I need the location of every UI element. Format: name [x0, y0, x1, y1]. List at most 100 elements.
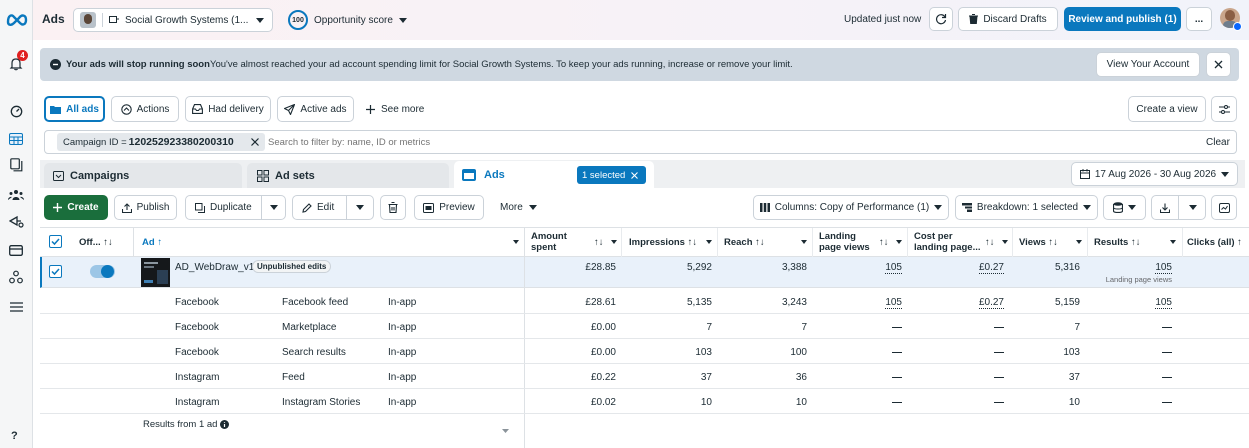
empty-value-dash: [1162, 352, 1172, 353]
row-results[interactable]: 105: [1112, 297, 1172, 309]
filter-tab-active-ads[interactable]: Active ads: [277, 96, 354, 122]
col-header-reach[interactable]: Reach ↑↓: [724, 237, 765, 248]
duplicate-button[interactable]: Duplicate: [185, 195, 286, 220]
row-checkbox[interactable]: [49, 265, 62, 278]
see-more-button[interactable]: See more: [366, 104, 424, 115]
banner-close-button[interactable]: [1206, 52, 1231, 77]
meta-logo-icon[interactable]: [6, 12, 28, 26]
delete-button[interactable]: [380, 195, 406, 220]
row-reach: 36: [795, 372, 807, 383]
more-label: ...: [1194, 13, 1204, 25]
more-options-button[interactable]: ...: [1186, 7, 1212, 31]
billing-icon[interactable]: [9, 245, 23, 256]
tab-ad-sets-label: Ad sets: [275, 169, 315, 182]
chevron-down-icon: [934, 205, 943, 210]
col-menu-icon[interactable]: [896, 240, 902, 244]
campaign-tools-icon[interactable]: [9, 215, 24, 228]
publish-button[interactable]: Publish: [114, 195, 177, 220]
row-platform: Facebook: [175, 347, 219, 358]
chip-value: 120252923380200310: [128, 136, 234, 148]
date-range-picker[interactable]: 17 Aug 2026 - 30 Aug 2026: [1071, 162, 1238, 186]
sort-icon[interactable]: ↑↓: [879, 237, 889, 248]
columns-dropdown[interactable]: Columns: Copy of Performance (1): [753, 195, 949, 220]
row-platform: Instagram: [175, 397, 220, 408]
col-menu-icon[interactable]: [611, 240, 617, 244]
chart-panel-button[interactable]: [1211, 195, 1237, 220]
help-icon[interactable]: ?: [11, 430, 18, 442]
view-account-button[interactable]: View Your Account: [1096, 52, 1200, 77]
col-menu-icon[interactable]: [1002, 240, 1008, 244]
tab-ad-sets[interactable]: Ad sets: [247, 163, 449, 188]
export-button[interactable]: [1151, 195, 1206, 220]
ad-name[interactable]: AD_WebDraw_v1: [175, 262, 254, 273]
select-all-checkbox[interactable]: [49, 235, 62, 248]
refresh-button[interactable]: [929, 7, 953, 31]
campaign-id-filter-chip[interactable]: Campaign ID = 120252923380200310: [57, 133, 265, 151]
col-header-amount[interactable]: Amount spent: [531, 231, 579, 253]
main-results[interactable]: 105: [1112, 262, 1172, 274]
selected-count-badge[interactable]: 1 selected: [577, 166, 646, 184]
main-cost[interactable]: £0.27: [944, 262, 1004, 274]
col-header-results[interactable]: Results ↑↓: [1094, 237, 1140, 248]
account-selector[interactable]: Social Growth Systems (1...: [73, 8, 273, 32]
search-input[interactable]: [268, 134, 968, 150]
opportunity-score-button[interactable]: 100 Opportunity score: [288, 10, 407, 30]
col-header-clicks[interactable]: Clicks (all) ↑: [1187, 237, 1242, 248]
breakdown-dropdown[interactable]: Breakdown: 1 selected: [955, 195, 1098, 220]
chevron-down-icon[interactable]: [270, 205, 278, 210]
discard-drafts-button[interactable]: Discard Drafts: [958, 7, 1058, 31]
audiences-icon[interactable]: [8, 189, 24, 201]
col-header-ad[interactable]: Ad ↑: [142, 237, 162, 248]
col-header-impressions[interactable]: Impressions ↑↓: [629, 237, 697, 248]
pages-icon[interactable]: [10, 158, 23, 172]
business-icon[interactable]: [9, 270, 23, 284]
row-impressions: 5,135: [686, 297, 712, 308]
row-impressions: 103: [695, 347, 712, 358]
close-icon[interactable]: [631, 171, 639, 179]
chevron-down-icon[interactable]: [356, 205, 364, 210]
filter-tab-had-delivery[interactable]: Had delivery: [185, 96, 271, 122]
updated-status: Updated just now: [844, 14, 922, 25]
clear-filters-link[interactable]: Clear: [1206, 137, 1230, 148]
col-header-cost[interactable]: Cost per landing page...: [914, 231, 982, 253]
col-header-landing[interactable]: Landing page views: [819, 231, 871, 253]
view-settings-button[interactable]: [1211, 96, 1237, 122]
edit-button[interactable]: Edit: [292, 195, 374, 220]
filter-tab-all-ads[interactable]: All ads: [44, 96, 105, 122]
ad-status-toggle[interactable]: [90, 265, 115, 278]
col-menu-icon[interactable]: [706, 240, 712, 244]
main-landing[interactable]: 105: [842, 262, 902, 274]
chip-close-icon[interactable]: [251, 138, 259, 146]
col-menu-icon[interactable]: [801, 240, 807, 244]
create-button[interactable]: Create: [44, 195, 108, 220]
preview-button[interactable]: Preview: [414, 195, 484, 220]
col-menu-icon[interactable]: [1076, 240, 1082, 244]
ads-manager-table-icon[interactable]: [9, 133, 23, 145]
row-impressions: 37: [700, 372, 712, 383]
review-publish-button[interactable]: Review and publish (1): [1064, 7, 1181, 31]
empty-value-dash: [1162, 327, 1172, 328]
sort-icon[interactable]: ↑↓: [594, 237, 604, 248]
sort-icon[interactable]: ↑↓: [985, 237, 995, 248]
row-landing[interactable]: 105: [842, 297, 902, 309]
filter-tab-actions[interactable]: Actions: [111, 96, 179, 122]
col-menu-icon[interactable]: [1170, 240, 1176, 244]
ad-thumbnail[interactable]: [141, 258, 170, 287]
reports-dropdown[interactable]: [1103, 195, 1146, 220]
footer-chevron-icon[interactable]: [502, 429, 509, 433]
col-header-off[interactable]: Off... ↑↓: [79, 237, 113, 248]
sort-icon: ↑↓: [103, 237, 113, 248]
menu-icon[interactable]: [10, 302, 23, 312]
more-menu-button[interactable]: More: [500, 202, 537, 213]
opportunity-score-badge: 100: [288, 10, 308, 30]
breakdown-icon: [961, 203, 972, 212]
tab-label: Actions: [136, 103, 170, 115]
row-platform: Instagram: [175, 372, 220, 383]
col-ad-menu-icon[interactable]: [513, 240, 519, 244]
chevron-down-icon[interactable]: [1189, 205, 1197, 210]
create-view-button[interactable]: Create a view: [1128, 96, 1206, 122]
row-cost[interactable]: £0.27: [944, 297, 1004, 309]
dashboard-icon[interactable]: [10, 105, 23, 118]
col-header-views[interactable]: Views ↑↓: [1019, 237, 1058, 248]
tab-campaigns[interactable]: Campaigns: [44, 163, 242, 188]
